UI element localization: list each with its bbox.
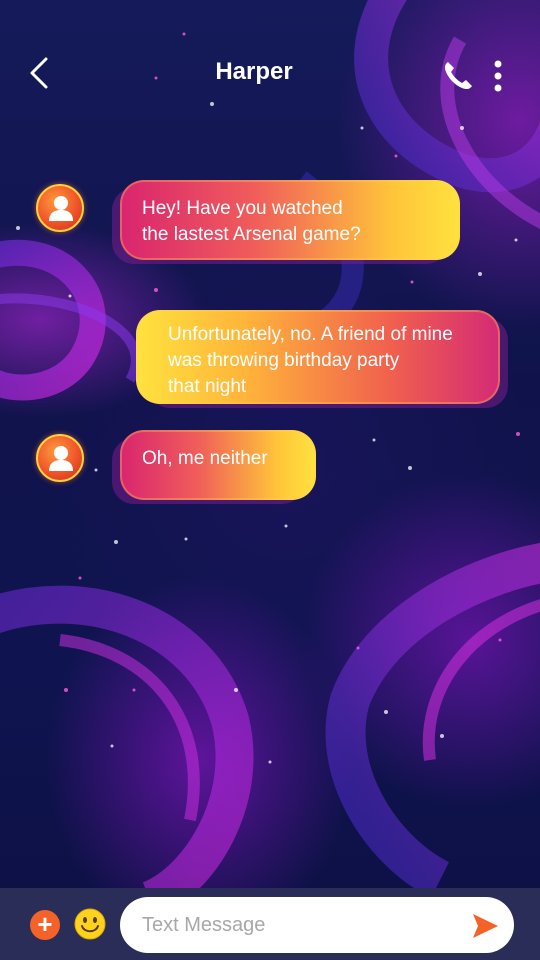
message-text: Oh, me neither (142, 448, 268, 469)
more-options-button[interactable] (488, 58, 508, 94)
user-icon (49, 446, 73, 471)
message-input[interactable] (142, 911, 462, 939)
back-button[interactable] (26, 56, 54, 90)
message-input-container (120, 897, 514, 953)
add-attachment-button[interactable]: + (30, 910, 60, 940)
user-icon (49, 196, 73, 221)
chat-header: Harper (0, 0, 540, 150)
send-button[interactable] (470, 911, 500, 941)
message-bubble[interactable]: Hey! Have you watched the lastest Arsena… (120, 180, 460, 260)
chevron-left-icon (30, 57, 48, 89)
message-text: Hey! Have you watched the lastest Arsena… (142, 198, 361, 245)
send-icon (473, 914, 498, 938)
plus-icon: + (37, 909, 53, 939)
message-composer: + (0, 888, 540, 960)
call-button[interactable] (440, 58, 476, 94)
smiley-icon (74, 908, 106, 940)
phone-icon (444, 62, 472, 90)
contact-name: Harper (215, 58, 293, 85)
message-bubble[interactable]: Unfortunately, no. A friend of mine was … (136, 310, 500, 404)
more-vertical-icon (494, 60, 502, 92)
message-bubble[interactable]: Oh, me neither (120, 430, 316, 500)
avatar[interactable] (36, 434, 84, 482)
emoji-button[interactable] (74, 908, 106, 940)
message-text: Unfortunately, no. A friend of mine was … (168, 324, 453, 397)
avatar[interactable] (36, 184, 84, 232)
